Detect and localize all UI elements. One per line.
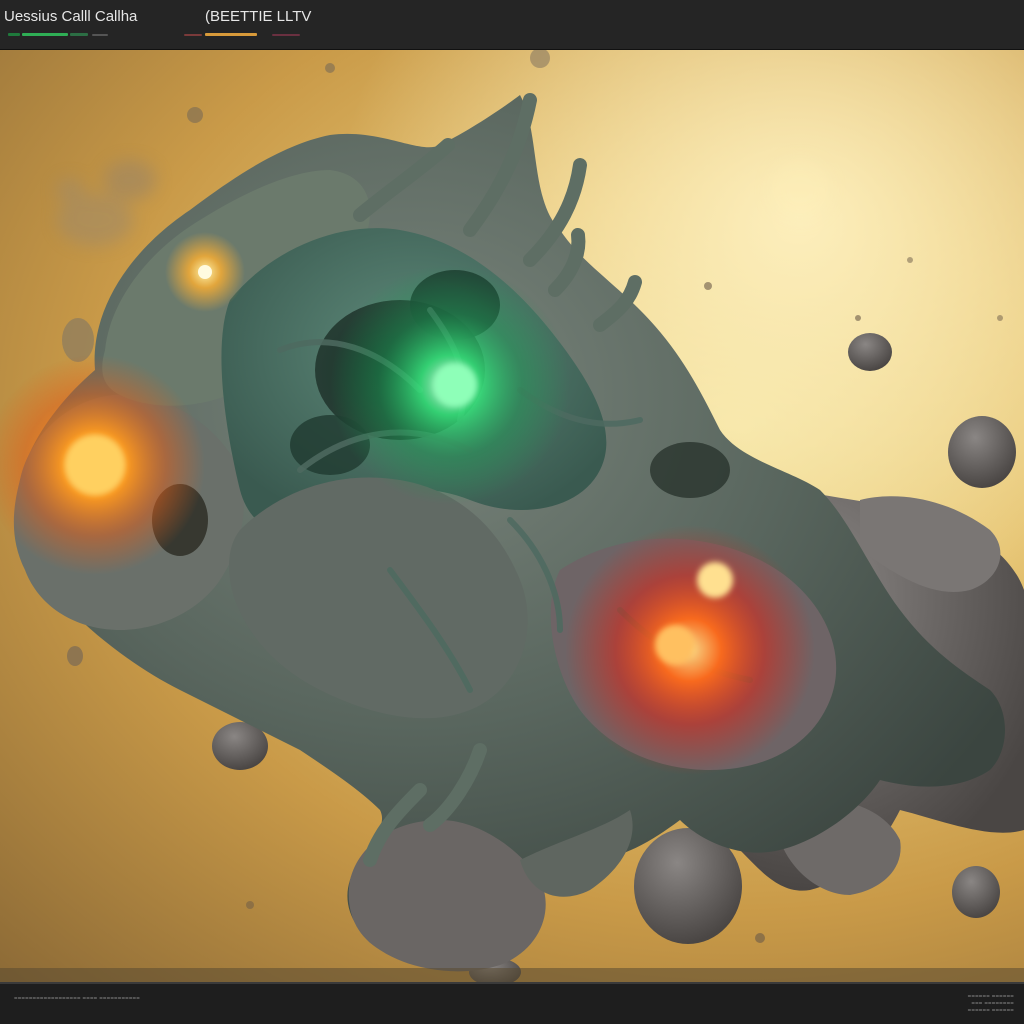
tab-1-indicator-end [92, 34, 108, 36]
tab-1-indicator-trail [70, 33, 88, 36]
floor-line [0, 968, 1024, 982]
cell-illustration [0, 50, 1024, 982]
status-left-text: ================== ==== =========== [14, 996, 140, 1002]
tab-1-indicator [8, 33, 20, 36]
status-bar: ================== ==== =========== ====… [0, 982, 1024, 1024]
tab-1[interactable]: Uessius Calll Callha [4, 8, 137, 25]
tab-2-indicator-active [205, 33, 257, 36]
top-toolbar: Uessius Calll Callha (BEETTIE LLTV [0, 0, 1024, 50]
tab-1-indicator-active [22, 33, 68, 36]
tab-2-indicator-lead [184, 34, 202, 36]
status-right-line: ====== ====== [967, 994, 1014, 1000]
status-right-line: === ======== [971, 1001, 1014, 1007]
status-right-line: ====== ====== [967, 1008, 1014, 1014]
tab-2[interactable]: (BEETTIE LLTV [205, 8, 311, 25]
status-right-block: ====== ====== === ======== ====== ====== [968, 994, 1014, 1015]
render-viewport[interactable] [0, 50, 1024, 982]
tab-2-indicator-trail [272, 34, 300, 36]
